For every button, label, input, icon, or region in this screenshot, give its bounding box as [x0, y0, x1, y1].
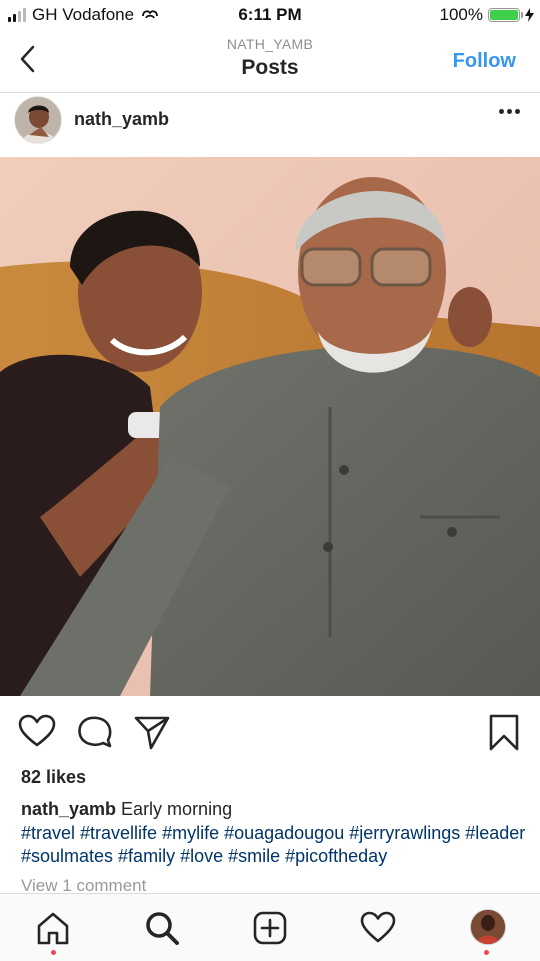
heart-icon	[18, 714, 56, 747]
charging-icon	[525, 8, 534, 22]
add-post-icon	[253, 911, 287, 945]
profile-avatar-image	[471, 910, 505, 944]
like-button[interactable]	[17, 712, 57, 752]
status-right: 100%	[440, 5, 534, 25]
search-icon	[146, 912, 179, 945]
follow-button[interactable]: Follow	[453, 50, 516, 73]
post-action-bar	[0, 708, 540, 758]
share-button[interactable]	[132, 712, 172, 752]
battery-fill	[490, 10, 518, 20]
bottom-tab-bar	[0, 893, 540, 961]
send-icon	[134, 716, 170, 750]
tab-create[interactable]	[251, 909, 289, 947]
comment-button[interactable]	[75, 712, 115, 752]
tab-activity[interactable]	[359, 909, 397, 947]
nav-header: NATH_YAMB Posts Follow	[0, 30, 540, 93]
home-notification-dot	[51, 950, 56, 955]
caption: nath_yamb Early morning	[21, 798, 526, 821]
post-photo-image	[0, 157, 540, 696]
more-horizontal-icon[interactable]	[499, 109, 520, 114]
tab-profile-avatar[interactable]	[470, 909, 506, 945]
battery-percent: 100%	[439, 5, 483, 24]
caption-text: Early morning	[121, 799, 233, 819]
home-icon	[37, 912, 69, 945]
bookmark-icon	[489, 714, 519, 751]
tab-home[interactable]	[34, 909, 72, 947]
post-photo[interactable]	[0, 157, 540, 696]
tab-search[interactable]	[143, 909, 181, 947]
post-header: nath_yamb	[0, 93, 540, 155]
hashtags[interactable]: #travel #travellife #mylife #ouagadougou…	[21, 822, 526, 868]
likes-count[interactable]: 82 likes	[21, 767, 86, 788]
heart-icon	[360, 911, 396, 943]
battery-icon	[488, 8, 523, 22]
save-button[interactable]	[484, 712, 524, 752]
profile-notification-dot	[484, 950, 489, 955]
avatar[interactable]	[14, 96, 62, 144]
post-username[interactable]: nath_yamb	[74, 109, 169, 130]
status-bar: GH Vodafone 6:11 PM 100%	[0, 0, 540, 30]
caption-username[interactable]: nath_yamb	[21, 799, 116, 819]
avatar-image	[15, 97, 61, 143]
comment-icon	[78, 716, 112, 748]
